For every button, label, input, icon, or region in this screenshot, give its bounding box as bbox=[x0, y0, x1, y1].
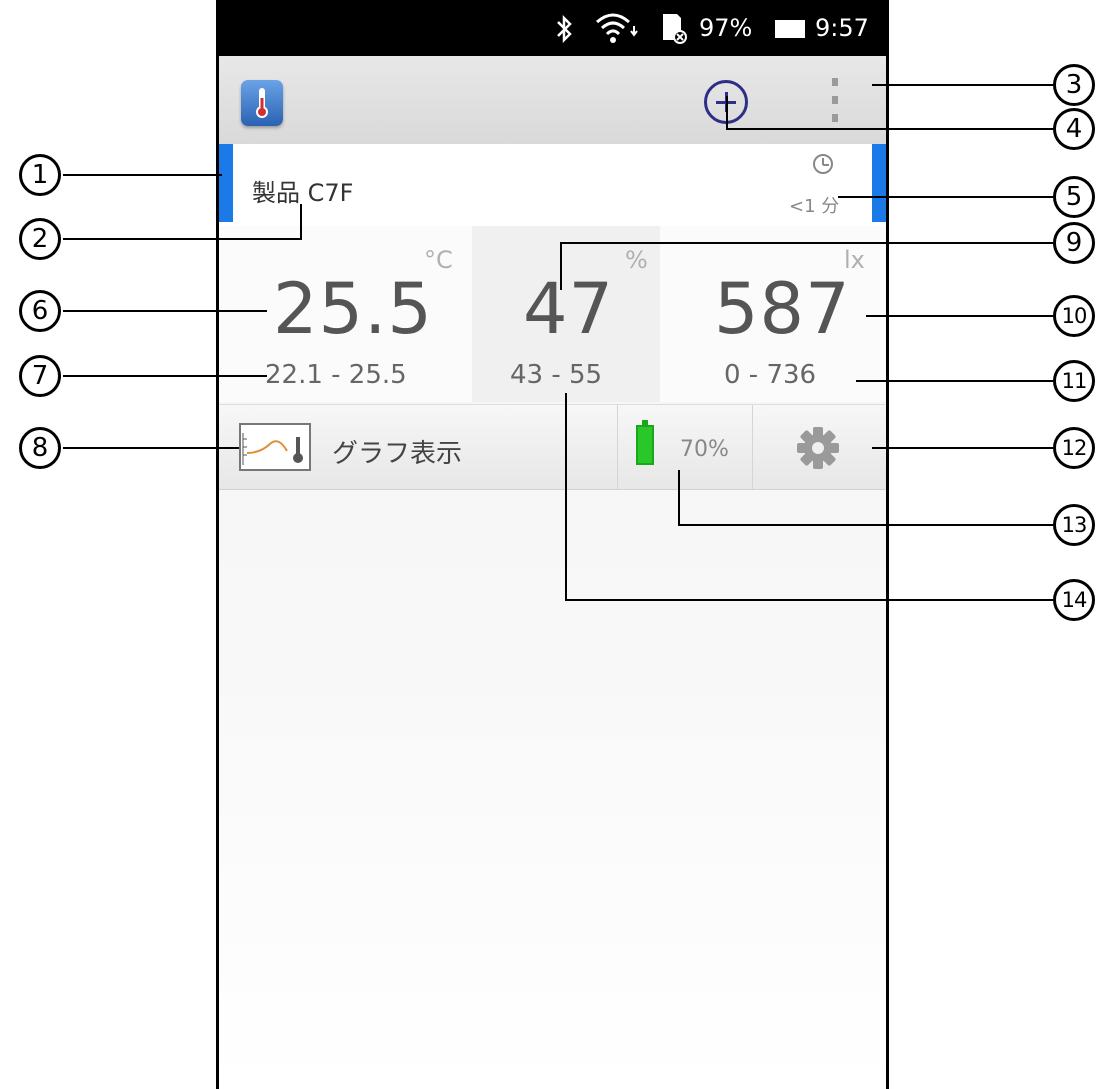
readings-panel: °C 25.5 22.1 - 25.5 % 47 43 - 55 lx 587 … bbox=[219, 226, 886, 402]
bluetooth-icon bbox=[557, 14, 572, 44]
callout-line-13 bbox=[678, 524, 1053, 526]
callout-line-7 bbox=[63, 375, 267, 377]
illuminance-range: 0 - 736 bbox=[724, 360, 817, 390]
device-left-edge bbox=[219, 144, 233, 222]
callout-line-3 bbox=[872, 84, 1053, 86]
battery-percentage: 70% bbox=[680, 437, 729, 462]
device-header[interactable]: 製品 C7F <1 分 bbox=[219, 144, 886, 227]
callout-line-2 bbox=[63, 238, 302, 240]
device-right-edge bbox=[872, 144, 886, 222]
phone-screen: 97% 9:57 製品 C7F <1 分 °C 25.5 22.1 - 25.5… bbox=[216, 0, 889, 1089]
callout-2: 2 bbox=[19, 218, 61, 260]
action-bar: グラフ表示 70% bbox=[219, 404, 886, 490]
graph-label: グラフ表示 bbox=[332, 439, 463, 469]
callout-14: 14 bbox=[1053, 579, 1095, 621]
thermometer-app-icon[interactable] bbox=[241, 80, 283, 126]
wifi-icon bbox=[596, 13, 638, 43]
status-time: 9:57 bbox=[815, 14, 869, 42]
clock-icon bbox=[813, 154, 833, 174]
callout-10: 10 bbox=[1053, 295, 1095, 337]
status-bar: 97% 9:57 bbox=[219, 0, 886, 56]
callout-11: 11 bbox=[1053, 360, 1095, 402]
callout-line-9 bbox=[560, 242, 1053, 244]
callout-line-12 bbox=[872, 447, 1053, 449]
graph-icon bbox=[239, 423, 311, 471]
gear-icon bbox=[797, 427, 839, 469]
callout-8: 8 bbox=[19, 427, 61, 469]
temperature-value: 25.5 bbox=[273, 268, 433, 350]
callout-line-8 bbox=[63, 447, 239, 449]
illuminance-cell: lx 587 0 - 736 bbox=[660, 226, 886, 402]
callout-13: 13 bbox=[1053, 504, 1095, 546]
callout-line-5 bbox=[838, 196, 1053, 198]
callout-12: 12 bbox=[1053, 427, 1095, 469]
callout-1: 1 bbox=[19, 154, 61, 196]
callout-line-14b bbox=[565, 393, 567, 601]
overflow-menu-icon[interactable] bbox=[825, 76, 845, 126]
status-battery-text: 97% bbox=[699, 14, 753, 42]
callout-7: 7 bbox=[19, 355, 61, 397]
graph-button[interactable]: グラフ表示 bbox=[219, 405, 617, 489]
settings-button[interactable] bbox=[751, 405, 884, 489]
callout-4: 4 bbox=[1053, 108, 1095, 150]
callout-line-4 bbox=[728, 128, 1053, 130]
callout-line-14 bbox=[565, 599, 1053, 601]
callout-line-4b bbox=[726, 96, 728, 130]
battery-icon bbox=[775, 20, 805, 38]
callout-line-11 bbox=[856, 380, 1053, 382]
callout-line-9b bbox=[560, 242, 562, 290]
callout-line-10 bbox=[866, 315, 1053, 317]
humidity-value: 47 bbox=[523, 268, 615, 350]
device-name: 製品 C7F bbox=[252, 179, 354, 207]
humidity-unit: % bbox=[625, 246, 648, 274]
callout-line-13b bbox=[678, 470, 680, 526]
callout-line-2b bbox=[300, 204, 302, 240]
battery-level-icon bbox=[636, 420, 654, 465]
callout-5: 5 bbox=[1053, 176, 1095, 218]
callout-9: 9 bbox=[1053, 222, 1095, 264]
device-battery: 70% bbox=[617, 405, 753, 489]
temperature-range: 22.1 - 25.5 bbox=[265, 360, 407, 390]
app-bar bbox=[219, 56, 886, 145]
humidity-range: 43 - 55 bbox=[510, 360, 603, 390]
callout-3: 3 bbox=[1053, 64, 1095, 106]
callout-6: 6 bbox=[19, 290, 61, 332]
illuminance-value: 587 bbox=[714, 268, 851, 350]
callout-line-1 bbox=[63, 174, 222, 176]
last-update-time: <1 分 bbox=[789, 196, 840, 217]
callout-line-6 bbox=[63, 310, 267, 312]
humidity-cell: % 47 43 - 55 bbox=[472, 226, 660, 402]
sd-card-icon bbox=[663, 14, 687, 44]
